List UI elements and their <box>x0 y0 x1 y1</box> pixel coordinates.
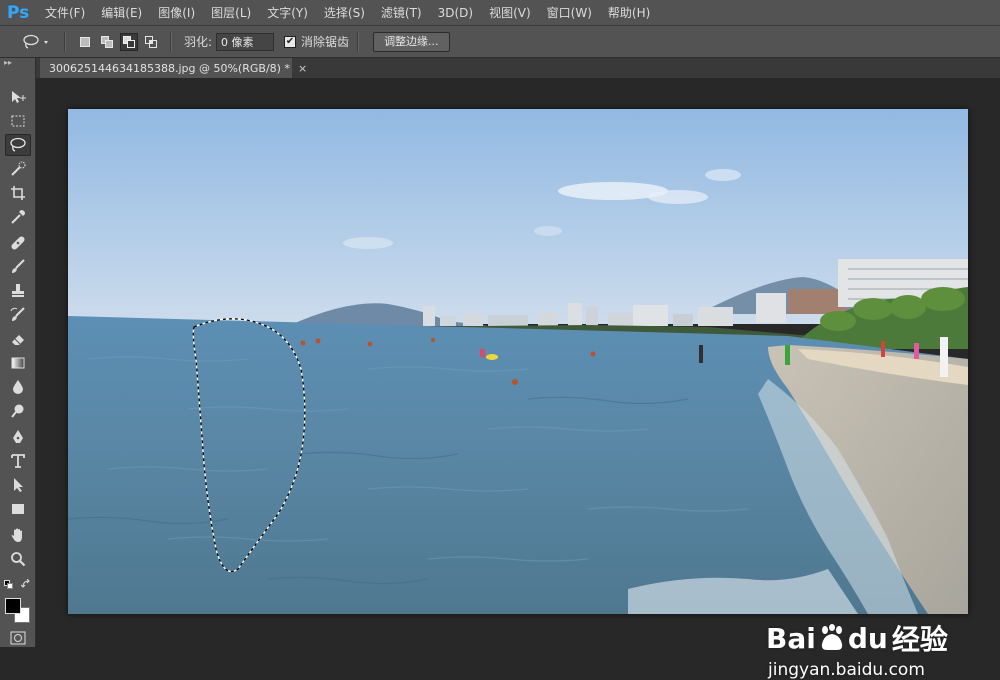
crop-tool[interactable] <box>5 182 31 204</box>
crop-icon <box>11 186 25 200</box>
refine-edge-button[interactable]: 调整边缘... <box>373 31 450 52</box>
swap-colors-icon[interactable] <box>21 579 31 589</box>
blur-tool[interactable] <box>5 376 31 398</box>
rectangle-shape-icon <box>12 504 24 514</box>
menu-help[interactable]: 帮助(H) <box>600 0 658 26</box>
separator <box>357 31 360 52</box>
dodge-icon <box>11 404 24 418</box>
subtract-from-selection-button[interactable] <box>120 32 138 51</box>
type-icon <box>11 454 25 468</box>
pen-tool[interactable] <box>5 426 31 448</box>
menu-3d[interactable]: 3D(D) <box>430 0 481 26</box>
beach-photo-illustration <box>68 109 968 614</box>
menu-image[interactable]: 图像(I) <box>150 0 203 26</box>
antialias-checkbox[interactable]: ✔ <box>284 35 297 48</box>
quick-selection-tool[interactable] <box>5 158 31 180</box>
baidu-logo: Bai du 经验 <box>766 621 948 657</box>
arrow-pointer-icon <box>14 478 23 492</box>
history-brush-tool[interactable] <box>5 304 31 326</box>
pen-icon <box>13 430 23 443</box>
quick-selection-icon <box>11 161 26 176</box>
eraser-tool[interactable] <box>5 328 31 350</box>
separator <box>64 31 66 52</box>
menu-select[interactable]: 选择(S) <box>316 0 373 26</box>
eyedropper-tool[interactable] <box>5 206 31 228</box>
add-selection-icon <box>101 35 113 48</box>
canvas-area[interactable]: Bai du 经验 jingyan.baidu.com <box>36 78 1000 680</box>
beach-photo[interactable] <box>68 109 968 614</box>
dodge-tool[interactable] <box>5 400 31 422</box>
foreground-color-swatch[interactable] <box>5 598 21 614</box>
lasso-icon <box>23 34 48 49</box>
droplet-icon <box>13 380 23 394</box>
new-selection-icon <box>80 36 90 47</box>
zoom-tool[interactable] <box>5 548 31 570</box>
intersect-selection-icon <box>145 35 157 48</box>
menu-file[interactable]: 文件(F) <box>37 0 93 26</box>
new-selection-button[interactable] <box>76 33 94 51</box>
document-tab-bar: 300625144634185388.jpg @ 50%(RGB/8) * × <box>36 58 1000 78</box>
document-tab[interactable]: 300625144634185388.jpg @ 50%(RGB/8) * × <box>40 58 307 78</box>
tools-panel: ▸▸ <box>0 58 36 647</box>
move-tool[interactable] <box>5 86 31 108</box>
hand-icon <box>11 528 22 542</box>
eyedropper-icon <box>11 210 25 224</box>
separator <box>170 31 172 52</box>
gradient-tool[interactable] <box>5 352 31 374</box>
path-selection-tool[interactable] <box>5 474 31 496</box>
panel-collapse-icon[interactable]: ▸▸ <box>0 58 35 68</box>
options-bar: 羽化: ✔ 消除锯齿 调整边缘... <box>0 26 1000 58</box>
subtract-selection-icon <box>123 35 135 48</box>
feather-input[interactable] <box>216 32 275 51</box>
default-colors-icon[interactable] <box>4 580 14 590</box>
menu-view[interactable]: 视图(V) <box>481 0 539 26</box>
move-icon <box>12 91 26 103</box>
menu-type[interactable]: 文字(Y) <box>259 0 316 26</box>
menu-edit[interactable]: 编辑(E) <box>93 0 150 26</box>
tool-preset-picker[interactable] <box>16 30 56 54</box>
rectangle-tool[interactable] <box>5 498 31 520</box>
hand-tool[interactable] <box>5 524 31 546</box>
menu-bar: Ps 文件(F) 编辑(E) 图像(I) 图层(L) 文字(Y) 选择(S) 滤… <box>0 0 1000 26</box>
brush-tool[interactable] <box>5 256 31 278</box>
add-to-selection-button[interactable] <box>98 33 116 51</box>
intersect-selection-button[interactable] <box>142 33 160 51</box>
type-tool[interactable] <box>5 450 31 472</box>
marquee-tool[interactable] <box>5 110 31 132</box>
stamp-icon <box>12 284 24 297</box>
menu-filter[interactable]: 滤镜(T) <box>373 0 430 26</box>
history-brush-icon <box>10 307 25 321</box>
menu-layer[interactable]: 图层(L) <box>203 0 259 26</box>
bandage-icon <box>11 236 25 250</box>
rectangular-marquee-icon <box>11 115 25 127</box>
lasso-tool[interactable] <box>5 134 31 156</box>
feather-label: 羽化: <box>184 35 213 49</box>
clone-stamp-tool[interactable] <box>5 280 31 302</box>
antialias-label: 消除锯齿 <box>301 35 350 49</box>
baidu-jingyan-watermark: Bai du 经验 jingyan.baidu.com <box>766 618 948 680</box>
quick-mask-icon[interactable] <box>10 631 26 645</box>
baidu-url: jingyan.baidu.com <box>768 660 925 680</box>
lasso-icon <box>10 137 26 152</box>
check-icon: ✔ <box>285 35 295 47</box>
brush-icon <box>12 259 25 273</box>
photoshop-logo: Ps <box>7 2 30 23</box>
paw-icon <box>821 624 842 650</box>
healing-brush-tool[interactable] <box>5 232 31 254</box>
document-tab-title: 300625144634185388.jpg @ 50%(RGB/8) * <box>49 61 290 75</box>
magnifier-icon <box>11 552 26 567</box>
close-icon[interactable]: × <box>298 62 307 75</box>
gradient-icon <box>11 357 25 369</box>
eraser-icon <box>12 335 24 345</box>
menu-window[interactable]: 窗口(W) <box>539 0 600 26</box>
